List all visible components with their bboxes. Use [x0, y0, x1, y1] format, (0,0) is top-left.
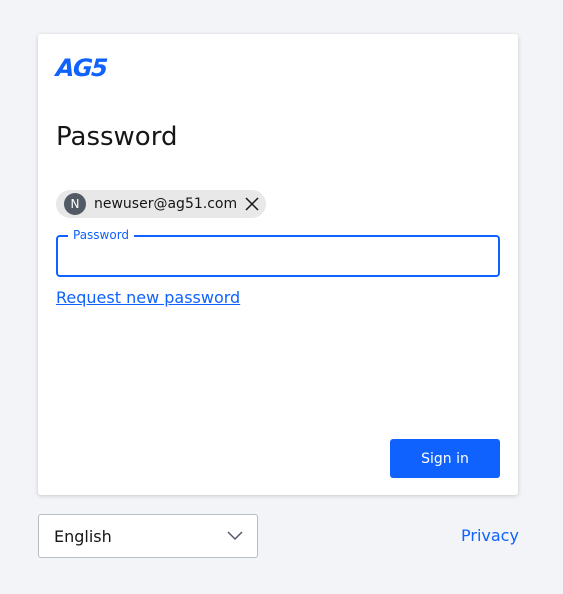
account-chip: N newuser@ag51.com	[56, 190, 266, 218]
password-input[interactable]	[58, 237, 498, 275]
privacy-link[interactable]: Privacy	[461, 525, 519, 547]
language-select-value: English	[54, 526, 112, 546]
request-new-password-link[interactable]: Request new password	[56, 287, 240, 309]
sign-in-button[interactable]: Sign in	[390, 439, 500, 478]
login-card: AG5 Password N newuser@ag51.com Password…	[38, 34, 518, 495]
language-select[interactable]: English	[38, 514, 258, 558]
password-field: Password	[56, 228, 500, 277]
ag5-logo: AG5	[55, 54, 108, 82]
close-icon[interactable]	[242, 194, 262, 214]
avatar: N	[64, 193, 86, 215]
account-email: newuser@ag51.com	[94, 196, 238, 212]
password-field-label: Password	[68, 228, 135, 242]
page-title: Password	[56, 122, 178, 152]
chevron-down-icon	[227, 531, 243, 541]
